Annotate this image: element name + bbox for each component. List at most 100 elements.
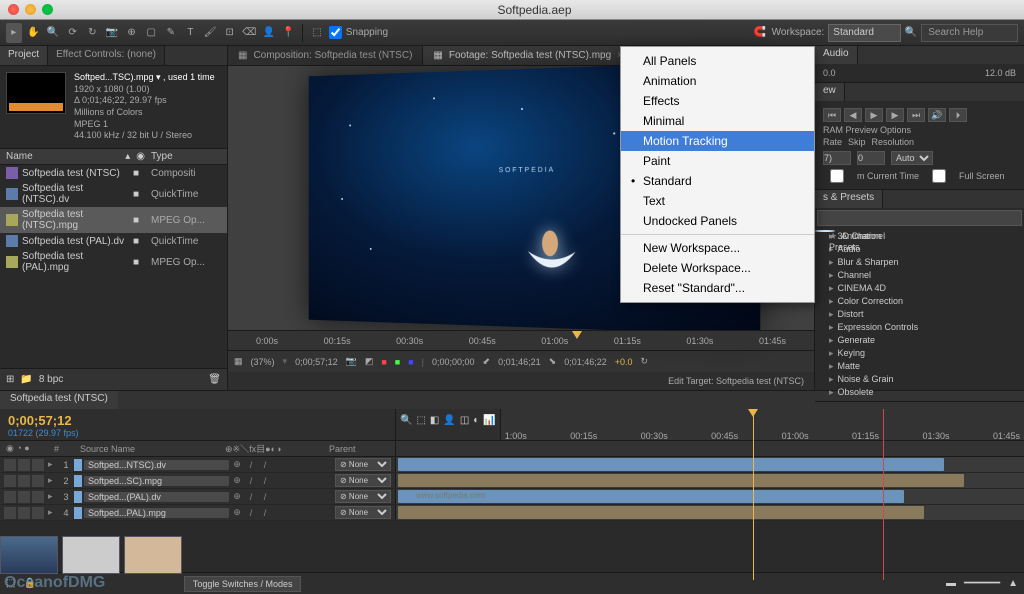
label-icon[interactable]: ◉ xyxy=(136,151,145,162)
set-out-icon[interactable]: ⬊ xyxy=(549,356,557,367)
tab-footage[interactable]: ▦ Footage: Softpedia test (NTSC).mpg × xyxy=(423,46,634,65)
zoom-icon[interactable] xyxy=(42,4,53,15)
visibility-icon[interactable] xyxy=(4,507,16,519)
from-current-checkbox[interactable] xyxy=(823,169,851,183)
list-item[interactable]: Softpedia test (NTSC)■Compositi xyxy=(0,165,227,181)
effect-category[interactable]: Channel xyxy=(815,269,1024,282)
audio-icon[interactable] xyxy=(18,491,30,503)
effect-category[interactable]: Obsolete xyxy=(815,386,1024,399)
clone-tool-icon[interactable]: ⊡ xyxy=(222,23,238,43)
first-frame-icon[interactable]: ⏮ xyxy=(823,108,841,122)
clip-bar[interactable] xyxy=(398,474,964,487)
expand-icon[interactable]: ▸ xyxy=(48,459,58,470)
fullscreen-checkbox[interactable] xyxy=(925,169,953,183)
list-item[interactable]: Softpedia test (NTSC).dv■QuickTime xyxy=(0,181,227,207)
tab-timeline[interactable]: Softpedia test (NTSC) xyxy=(0,391,118,409)
parent-select[interactable]: ⊘ None xyxy=(335,474,391,487)
rgb-icon[interactable]: ■ xyxy=(381,357,386,367)
frame-blend-icon[interactable] xyxy=(287,507,299,519)
tab-effect-controls[interactable]: Effect Controls: (none) xyxy=(48,46,165,65)
timeline-layer[interactable]: ▸3Softped...(PAL).dv⊕//⊘ Nonewww.softped… xyxy=(0,489,1024,505)
duration[interactable]: 0;01;46;22 xyxy=(564,357,607,367)
effect-category[interactable]: Noise & Grain xyxy=(815,373,1024,386)
shy-icon[interactable]: ⊕ xyxy=(231,491,243,503)
collapse-icon[interactable]: / xyxy=(245,507,257,519)
audio-offset[interactable]: +0.0 xyxy=(615,357,633,367)
frame-blend-icon[interactable] xyxy=(287,459,299,471)
footage-thumbnail[interactable] xyxy=(6,72,66,114)
skip-input[interactable] xyxy=(857,151,885,165)
workspace-menu-item[interactable]: Minimal xyxy=(621,111,814,131)
effects-search-input[interactable] xyxy=(817,210,1022,226)
timeline-timecode[interactable]: 0;00;57;12 xyxy=(8,413,72,428)
effect-category[interactable]: Generate xyxy=(815,334,1024,347)
channel-icon[interactable]: ◩ xyxy=(365,356,374,367)
workspace-menu-action[interactable]: New Workspace... xyxy=(621,238,814,258)
framerate-input[interactable] xyxy=(823,151,851,165)
hand-tool-icon[interactable]: ✋ xyxy=(26,23,42,43)
roto-tool-icon[interactable]: 👤 xyxy=(261,23,277,43)
next-frame-icon[interactable]: ▶ xyxy=(886,108,904,122)
minimize-icon[interactable] xyxy=(25,4,36,15)
zoom-value[interactable]: (37%) xyxy=(251,357,275,367)
list-item[interactable]: Softpedia test (PAL).mpg■MPEG Op... xyxy=(0,249,227,275)
frame-blend-icon[interactable] xyxy=(287,475,299,487)
tab-project[interactable]: Project xyxy=(0,46,48,65)
sort-icon[interactable]: ▴ xyxy=(125,151,130,162)
timeline-layer[interactable]: ▸2Softped...SC).mpg⊕//⊘ None xyxy=(0,473,1024,489)
motion-blur-icon[interactable] xyxy=(301,475,313,487)
tab-composition[interactable]: ▦ Composition: Softpedia test (NTSC) xyxy=(228,46,423,65)
zoom-tool-icon[interactable]: 🔍 xyxy=(45,23,61,43)
expand-icon[interactable]: ▸ xyxy=(48,507,58,518)
solo-icon[interactable] xyxy=(32,459,44,471)
magnet-icon[interactable]: 🧲 xyxy=(752,23,768,43)
timeline-ruler[interactable]: 1:00s00:15s00:30s00:45s01:00s01:15s01:30… xyxy=(501,409,1024,441)
quality-icon[interactable]: / xyxy=(259,507,271,519)
fx-icon[interactable] xyxy=(273,459,285,471)
set-in-icon[interactable]: ⬋ xyxy=(483,356,491,367)
layer-name[interactable]: Softped...SC).mpg xyxy=(84,476,229,486)
col-source[interactable]: Source Name xyxy=(80,444,225,454)
snapshot-icon[interactable]: 📷 xyxy=(346,356,357,367)
effect-category[interactable]: Expression Controls xyxy=(815,321,1024,334)
effect-category[interactable]: Distort xyxy=(815,308,1024,321)
loop-icon[interactable]: ↻ xyxy=(641,356,649,367)
eraser-tool-icon[interactable]: ⌫ xyxy=(242,23,258,43)
visibility-icon[interactable] xyxy=(4,459,16,471)
trash-icon[interactable]: 🗑 xyxy=(208,374,221,385)
audio-icon[interactable] xyxy=(18,475,30,487)
comp-flowchart-icon[interactable]: ⬚ xyxy=(416,415,425,426)
effect-category[interactable]: Matte xyxy=(815,360,1024,373)
timeline-layer[interactable]: ▸1Softped...NTSC).dv⊕//⊘ None xyxy=(0,457,1024,473)
clip-bar[interactable] xyxy=(398,458,944,471)
bpc-toggle[interactable]: 8 bpc xyxy=(39,374,63,385)
workspace-menu-item[interactable]: All Panels xyxy=(621,51,814,71)
ram-preview-icon[interactable]: ⏵ xyxy=(949,108,967,122)
fx-icon[interactable] xyxy=(273,507,285,519)
mute-icon[interactable]: 🔊 xyxy=(928,108,946,122)
zoom-out-icon[interactable]: ▬ xyxy=(946,578,956,589)
zoom-slider[interactable]: ━━━━━━ xyxy=(964,578,1000,589)
orbit-tool-icon[interactable]: ⟳ xyxy=(65,23,81,43)
prev-frame-icon[interactable]: ◀ xyxy=(844,108,862,122)
anchor-tool-icon[interactable]: ⊕ xyxy=(124,23,140,43)
workspace-dropdown[interactable]: Standard xyxy=(828,24,900,42)
list-item[interactable]: Softpedia test (PAL).dv■QuickTime xyxy=(0,233,227,249)
effect-category[interactable]: Animation Presets xyxy=(815,230,835,232)
label-color[interactable] xyxy=(74,491,82,503)
label-color[interactable] xyxy=(74,507,82,519)
solo-icon[interactable] xyxy=(32,507,44,519)
graph-editor-icon[interactable]: 📊 xyxy=(483,415,495,426)
expand-icon[interactable]: ▸ xyxy=(48,491,58,502)
layer-name[interactable]: Softped...PAL).mpg xyxy=(84,508,229,518)
alpha-icon[interactable]: ▦ xyxy=(234,356,243,367)
shy-icon[interactable]: ⊕ xyxy=(231,475,243,487)
workspace-menu-item[interactable]: Standard xyxy=(621,171,814,191)
draft3d-icon[interactable]: ◧ xyxy=(430,415,439,426)
workspace-menu-action[interactable]: Reset "Standard"... xyxy=(621,278,814,298)
collapse-icon[interactable]: / xyxy=(245,459,257,471)
snapping-checkbox[interactable]: Snapping xyxy=(329,26,388,39)
timecode-display[interactable]: 0;00;57;12 xyxy=(295,357,338,367)
motion-blur-icon[interactable]: ◐ xyxy=(473,415,479,426)
playhead-line[interactable] xyxy=(883,409,884,580)
